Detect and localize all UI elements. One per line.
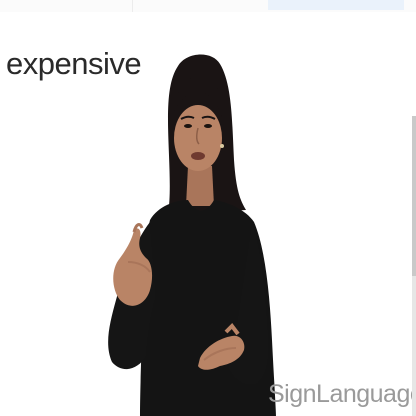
signer-left-eye — [184, 124, 192, 128]
signer-neck — [186, 166, 214, 206]
signer-mouth — [191, 152, 205, 160]
scrollbar-thumb[interactable] — [412, 116, 416, 276]
sign-word-label: expensive — [6, 46, 142, 81]
top-tab-highlight — [268, 0, 404, 10]
signer-right-eye — [204, 124, 212, 128]
top-divider — [132, 0, 133, 12]
top-strip — [0, 0, 416, 12]
signer-face — [174, 105, 222, 171]
watermark-text: SignLanguage.io — [268, 380, 416, 408]
sign-video-frame: expensive SignLanguage.io — [0, 0, 416, 416]
